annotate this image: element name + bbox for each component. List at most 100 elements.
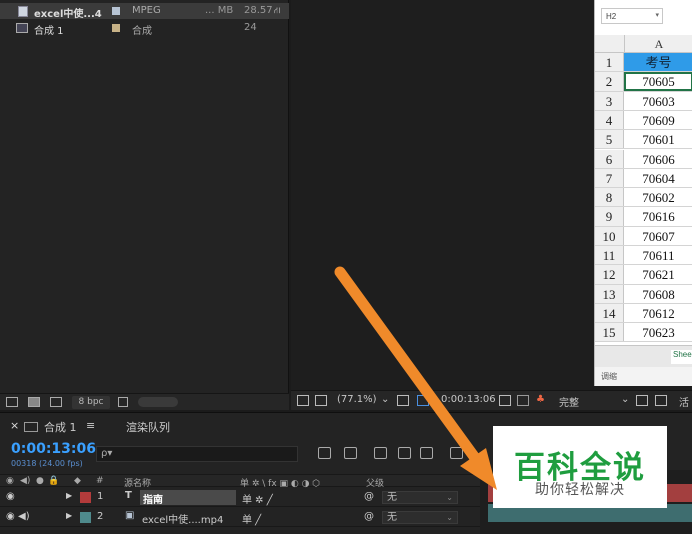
excel-window: H2 ▾ A 1 考号 2 70605 3 70603 4 70609 5 70601 6 70606… xyxy=(594,0,692,386)
cell-a[interactable]: 70612 xyxy=(624,304,692,322)
trash-icon[interactable] xyxy=(118,397,128,407)
layer-label-color[interactable] xyxy=(80,512,91,523)
layer-name[interactable]: excel中使....mp4 xyxy=(142,511,223,526)
flowchart-icon[interactable]: ⛙ xyxy=(274,6,286,16)
project-item-video[interactable]: excel中使...4 MPEG ... MB 28.57 ⛙ xyxy=(0,3,289,20)
always-preview-icon[interactable] xyxy=(297,395,309,406)
tab-comp[interactable]: 合成 1 xyxy=(44,419,77,435)
lock-icon[interactable]: 🔒 xyxy=(48,476,59,486)
show-snapshot-icon[interactable] xyxy=(517,395,529,406)
cell-a[interactable]: 70621 xyxy=(624,265,692,283)
cell-a[interactable]: 70608 xyxy=(624,285,692,303)
row-number[interactable]: 2 xyxy=(595,72,624,91)
active-camera-dropdown[interactable]: 活 xyxy=(679,394,689,409)
pickwhip-icon[interactable]: @ xyxy=(364,491,374,502)
cell-a[interactable]: 70603 xyxy=(624,92,692,110)
sheet-tab[interactable]: Shee xyxy=(671,350,692,364)
layer-column-header: ◉ ◀) ● 🔒 ◆ # 源名称 单 ✲ \ fx ▣ ◐ ◑ ⬡ 父级 xyxy=(0,474,480,489)
cell-a[interactable]: 70602 xyxy=(624,188,692,206)
bit-depth-button[interactable]: 8 bpc xyxy=(72,396,110,409)
row-number[interactable]: 7 xyxy=(595,168,624,188)
parent-dropdown[interactable]: 无 ⌄ xyxy=(382,491,458,504)
row-number[interactable]: 14 xyxy=(595,303,624,323)
layer-label-color[interactable] xyxy=(80,492,91,503)
color-channels-icon[interactable]: ♣ xyxy=(536,394,545,405)
expand-triangle-icon[interactable]: ▶ xyxy=(66,511,72,520)
solo-icon[interactable]: ● xyxy=(36,476,44,486)
zoom-dropdown[interactable]: (77.1%) xyxy=(337,394,377,405)
cell-a[interactable]: 考号 xyxy=(624,53,692,72)
row-number[interactable]: 8 xyxy=(595,188,624,207)
viewer-timecode[interactable]: 0:00:13:06 xyxy=(441,394,496,405)
region-of-interest-icon[interactable] xyxy=(636,395,648,406)
layer-name[interactable]: 指南 xyxy=(140,490,236,506)
eye-icon[interactable]: ◉ xyxy=(6,511,15,522)
sheet-row: 13 70608 xyxy=(595,284,692,304)
cell-a[interactable]: 70611 xyxy=(624,246,692,264)
layer-search-input[interactable]: ρ▾ xyxy=(96,446,298,462)
label-tag-icon[interactable]: ◆ xyxy=(74,476,81,486)
row-number[interactable]: 1 xyxy=(595,53,624,72)
column-header-a[interactable]: A xyxy=(624,35,692,53)
layer-number: 2 xyxy=(97,511,104,522)
graph-editor-icon[interactable] xyxy=(450,447,463,459)
audio-icon[interactable]: ◀) xyxy=(18,511,30,522)
layer-row[interactable]: ◉ ▶ 1 T 指南 单 ✲ ╱ @ 无 ⌄ xyxy=(0,488,480,507)
row-number[interactable]: 11 xyxy=(595,246,624,265)
cell-a[interactable]: 70601 xyxy=(624,130,692,148)
expand-triangle-icon[interactable]: ▶ xyxy=(66,491,72,500)
eye-icon[interactable]: ◉ xyxy=(6,491,15,502)
layer-switches[interactable]: 单 ╱ xyxy=(242,511,261,526)
cell-a[interactable]: 70616 xyxy=(624,207,692,225)
cell-a[interactable]: 70607 xyxy=(624,227,692,245)
frame-blending-icon[interactable] xyxy=(398,447,411,459)
row-number[interactable]: 12 xyxy=(595,265,624,284)
row-number[interactable]: 3 xyxy=(595,91,624,110)
transparency-grid-icon[interactable] xyxy=(655,395,667,406)
interpret-footage-icon[interactable] xyxy=(6,397,18,407)
name-box[interactable]: H2 ▾ xyxy=(601,8,663,24)
project-item-comp[interactable]: 合成 1 合成 24 xyxy=(0,20,289,37)
status-bar: 调缩 xyxy=(595,367,692,386)
monitor-icon[interactable] xyxy=(315,395,327,406)
new-folder-icon[interactable] xyxy=(28,397,40,407)
new-composition-icon[interactable] xyxy=(50,397,62,407)
project-item-framerate: 24 xyxy=(244,22,257,33)
current-time-display[interactable]: 0:00:13:06 xyxy=(11,441,96,457)
safe-margins-icon[interactable] xyxy=(397,395,409,406)
layer-row[interactable]: ◉ ◀) ▶ 2 ▣ excel中使....mp4 单 ╱ @ 无 ⌄ xyxy=(0,508,480,527)
row-number[interactable]: 10 xyxy=(595,226,624,245)
sheet-row: 7 70604 xyxy=(595,168,692,189)
project-item-framerate: 28.57 xyxy=(244,5,273,16)
cell-a[interactable]: 70606 xyxy=(624,150,692,168)
row-number[interactable]: 15 xyxy=(595,323,624,342)
mask-visibility-icon[interactable] xyxy=(417,395,429,406)
label-swatch[interactable] xyxy=(112,24,120,32)
audio-icon[interactable]: ◀) xyxy=(20,476,30,486)
cell-a[interactable]: 70605 xyxy=(624,72,692,91)
camera-snapshot-icon[interactable] xyxy=(499,395,511,406)
cell-a[interactable]: 70609 xyxy=(624,111,692,129)
tab-render-queue[interactable]: 渲染队列 xyxy=(126,419,170,435)
draft-3d-icon[interactable] xyxy=(344,447,357,459)
resolution-dropdown[interactable]: 完整 xyxy=(559,394,579,409)
parent-value: 无 xyxy=(387,512,397,523)
row-number[interactable]: 6 xyxy=(595,149,624,168)
motion-blur-icon[interactable] xyxy=(420,447,433,459)
pickwhip-icon[interactable]: @ xyxy=(364,511,374,522)
cell-a[interactable]: 70604 xyxy=(624,169,692,187)
parent-dropdown[interactable]: 无 ⌄ xyxy=(382,511,458,524)
row-number[interactable]: 5 xyxy=(595,130,624,149)
thumbnail-slider[interactable] xyxy=(138,397,178,407)
cell-a[interactable]: 70623 xyxy=(624,323,692,341)
comp-mini-flowchart-icon[interactable] xyxy=(318,447,331,459)
layer-switches[interactable]: 单 ✲ ╱ xyxy=(242,491,273,506)
tab-menu-icon[interactable]: ≡ xyxy=(86,419,95,432)
close-icon[interactable]: × xyxy=(10,419,19,432)
shy-layers-icon[interactable] xyxy=(374,447,387,459)
eye-icon[interactable]: ◉ xyxy=(6,476,14,486)
row-number[interactable]: 13 xyxy=(595,284,624,303)
label-swatch[interactable] xyxy=(112,7,120,15)
row-number[interactable]: 9 xyxy=(595,207,624,226)
row-number[interactable]: 4 xyxy=(595,110,624,130)
